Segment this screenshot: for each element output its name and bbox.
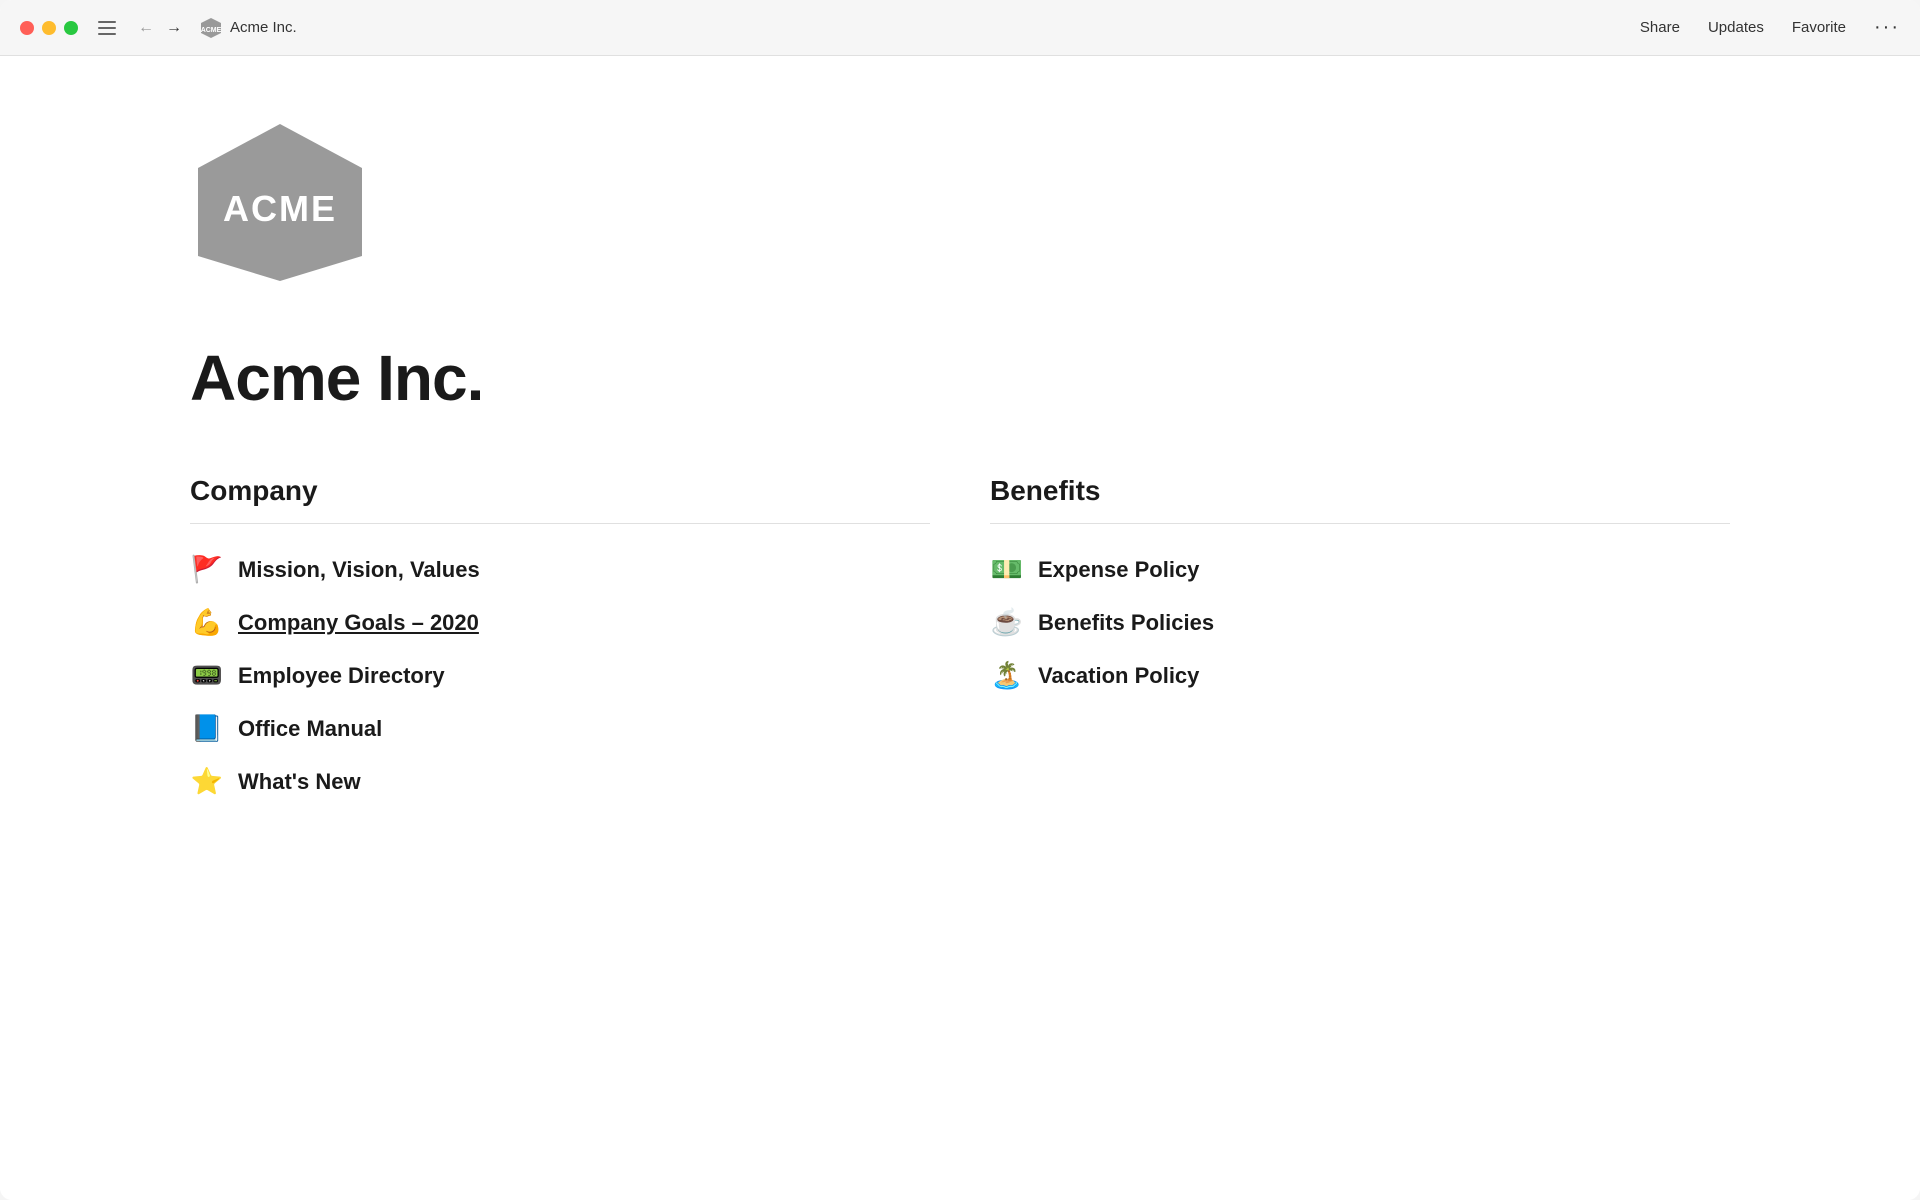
mission-vision-values-item[interactable]: 🚩 Mission, Vision, Values [190,544,930,595]
svg-text:ACME: ACME [223,188,337,229]
vacation-policy-label: Vacation Policy [1038,663,1199,689]
benefits-section-divider [990,523,1730,524]
back-button[interactable]: ← [134,17,158,39]
blue-book-icon: 📘 [190,713,224,744]
whats-new-item[interactable]: ⭐ What's New [190,756,930,807]
titlebar: ← → ACME Acme Inc. Share Updates Favorit… [0,0,1920,56]
more-options-button[interactable]: ··· [1874,16,1900,39]
coffee-icon: ☕ [990,607,1024,638]
page-title: Acme Inc. [230,19,297,36]
expense-policy-label: Expense Policy [1038,557,1199,583]
updates-button[interactable]: Updates [1708,19,1764,36]
hamburger-line [98,33,116,35]
sections-grid: Company 🚩 Mission, Vision, Values 💪 Comp… [190,475,1730,807]
titlebar-actions: Share Updates Favorite ··· [1640,16,1900,39]
employee-directory-label: Employee Directory [238,663,445,689]
company-section-divider [190,523,930,524]
benefits-policies-item[interactable]: ☕ Benefits Policies [990,597,1730,648]
flag-icon: 🚩 [190,554,224,585]
benefits-section-title: Benefits [990,475,1730,507]
company-section-title: Company [190,475,930,507]
traffic-lights [20,21,78,35]
app-window: ← → ACME Acme Inc. Share Updates Favorit… [0,0,1920,1200]
hamburger-line [98,21,116,23]
benefits-items-list: 💵 Expense Policy ☕ Benefits Policies 🏝️ … [990,544,1730,701]
logo-container: ACME [190,116,1730,291]
whats-new-label: What's New [238,769,361,795]
flexed-biceps-icon: 💪 [190,607,224,638]
close-button[interactable] [20,21,34,35]
favorite-button[interactable]: Favorite [1792,19,1846,36]
page-heading: Acme Inc. [190,341,1730,415]
hamburger-line [98,27,116,29]
acme-logo-icon: ACME [190,116,370,286]
pager-icon: 📟 [190,660,224,691]
desert-island-icon: 🏝️ [990,660,1024,691]
vacation-policy-item[interactable]: 🏝️ Vacation Policy [990,650,1730,701]
office-manual-item[interactable]: 📘 Office Manual [190,703,930,754]
benefits-section: Benefits 💵 Expense Policy ☕ Benefits Pol… [990,475,1730,807]
forward-button[interactable]: → [162,17,186,39]
company-section: Company 🚩 Mission, Vision, Values 💪 Comp… [190,475,930,807]
acme-favicon-icon: ACME [200,17,222,39]
maximize-button[interactable] [64,21,78,35]
main-content: ACME Acme Inc. Company 🚩 Mission, Vision… [0,56,1920,1200]
share-button[interactable]: Share [1640,19,1680,36]
benefits-policies-label: Benefits Policies [1038,610,1214,636]
mission-vision-values-label: Mission, Vision, Values [238,557,480,583]
company-goals-item[interactable]: 💪 Company Goals – 2020 [190,597,930,648]
page-title-bar: ACME Acme Inc. [200,17,297,39]
minimize-button[interactable] [42,21,56,35]
svg-text:ACME: ACME [201,27,222,34]
expense-policy-item[interactable]: 💵 Expense Policy [990,544,1730,595]
office-manual-label: Office Manual [238,716,382,742]
company-goals-label: Company Goals – 2020 [238,610,479,636]
employee-directory-item[interactable]: 📟 Employee Directory [190,650,930,701]
hamburger-menu-icon[interactable] [98,21,116,35]
nav-arrows: ← → [134,17,186,39]
money-with-wings-icon: 💵 [990,554,1024,585]
star-icon: ⭐ [190,766,224,797]
company-items-list: 🚩 Mission, Vision, Values 💪 Company Goal… [190,544,930,807]
